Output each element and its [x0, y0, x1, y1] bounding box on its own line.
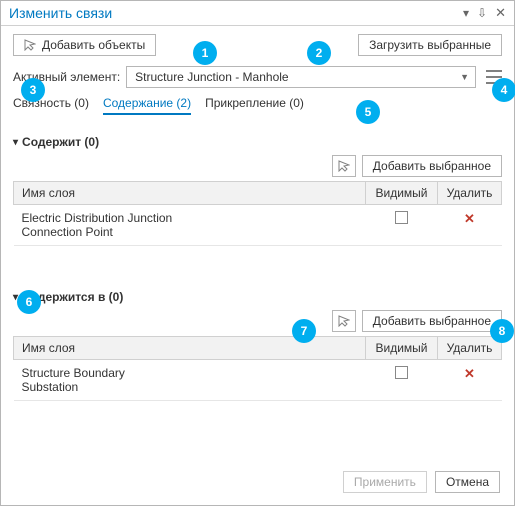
active-element-row: Активный элемент: Structure Junction - M…: [1, 62, 514, 94]
add-selected-button[interactable]: Добавить выбранное: [362, 155, 502, 177]
pin-icon[interactable]: ⇩: [477, 6, 487, 20]
close-icon[interactable]: ✕: [495, 5, 506, 21]
window-controls: ▾ ⇩ ✕: [463, 5, 506, 21]
section-contains-title: Содержит (0): [22, 135, 99, 149]
load-selected-button[interactable]: Загрузить выбранные: [358, 34, 502, 56]
section-contains-header[interactable]: ▾ Содержит (0): [13, 135, 502, 149]
add-selected-button[interactable]: Добавить выбранное: [362, 310, 502, 332]
visible-checkbox[interactable]: [395, 366, 408, 379]
window-title: Изменить связи: [9, 5, 112, 21]
section-contains-toolbar: Добавить выбранное: [13, 155, 502, 177]
select-tool-button[interactable]: [332, 310, 356, 332]
hamburger-menu-icon[interactable]: [486, 70, 502, 84]
selection-cursor-icon: [24, 39, 36, 51]
tab-containment[interactable]: Содержание (2): [103, 96, 191, 115]
add-objects-button[interactable]: Добавить объекты: [13, 34, 156, 56]
col-delete: Удалить: [438, 337, 502, 360]
col-visible: Видимый: [366, 182, 438, 205]
active-element-label: Активный элемент:: [13, 70, 120, 84]
add-objects-label: Добавить объекты: [42, 38, 145, 52]
section-contained-in-title: Содержится в (0): [22, 290, 123, 304]
col-delete: Удалить: [438, 182, 502, 205]
chevron-down-icon: ▾: [13, 292, 18, 303]
cancel-button[interactable]: Отмена: [435, 471, 500, 493]
cell-layer-name: Electric Distribution Junction Connectio…: [14, 205, 366, 246]
content-body: ▾ Содержит (0) Добавить выбранное Имя сл…: [1, 121, 514, 461]
selection-cursor-icon: [338, 315, 350, 327]
table-row[interactable]: Electric Distribution Junction Connectio…: [14, 205, 502, 246]
titlebar: Изменить связи ▾ ⇩ ✕: [1, 1, 514, 26]
modify-associations-pane: Изменить связи ▾ ⇩ ✕ Добавить объекты За…: [0, 0, 515, 506]
delete-row-button[interactable]: ✕: [464, 211, 475, 226]
section-contained-in-toolbar: Добавить выбранное: [13, 310, 502, 332]
chevron-down-icon: ▼: [460, 72, 469, 82]
apply-button[interactable]: Применить: [343, 471, 427, 493]
dropdown-icon[interactable]: ▾: [463, 6, 469, 20]
col-layer-name: Имя слоя: [14, 182, 366, 205]
selection-cursor-icon: [338, 160, 350, 172]
active-element-combobox[interactable]: Structure Junction - Manhole ▼: [126, 66, 476, 88]
active-element-value: Structure Junction - Manhole: [135, 70, 288, 84]
select-tool-button[interactable]: [332, 155, 356, 177]
col-layer-name: Имя слоя: [14, 337, 366, 360]
main-toolbar: Добавить объекты Загрузить выбранные: [1, 26, 514, 62]
contains-table: Имя слоя Видимый Удалить Electric Distri…: [13, 181, 502, 246]
tab-strip: Связность (0) Содержание (2) Прикреплени…: [1, 94, 514, 121]
footer: Применить Отмена: [1, 461, 514, 505]
cell-layer-name: Structure Boundary Substation: [14, 360, 366, 401]
load-selected-label: Загрузить выбранные: [369, 38, 491, 52]
table-row[interactable]: Structure Boundary Substation ✕: [14, 360, 502, 401]
tab-attachment[interactable]: Прикрепление (0): [205, 96, 304, 115]
section-contained-in-header[interactable]: ▾ Содержится в (0): [13, 290, 502, 304]
visible-checkbox[interactable]: [395, 211, 408, 224]
col-visible: Видимый: [366, 337, 438, 360]
tab-connectivity[interactable]: Связность (0): [13, 96, 89, 115]
contained-in-table: Имя слоя Видимый Удалить Structure Bound…: [13, 336, 502, 401]
chevron-down-icon: ▾: [13, 137, 18, 148]
delete-row-button[interactable]: ✕: [464, 366, 475, 381]
